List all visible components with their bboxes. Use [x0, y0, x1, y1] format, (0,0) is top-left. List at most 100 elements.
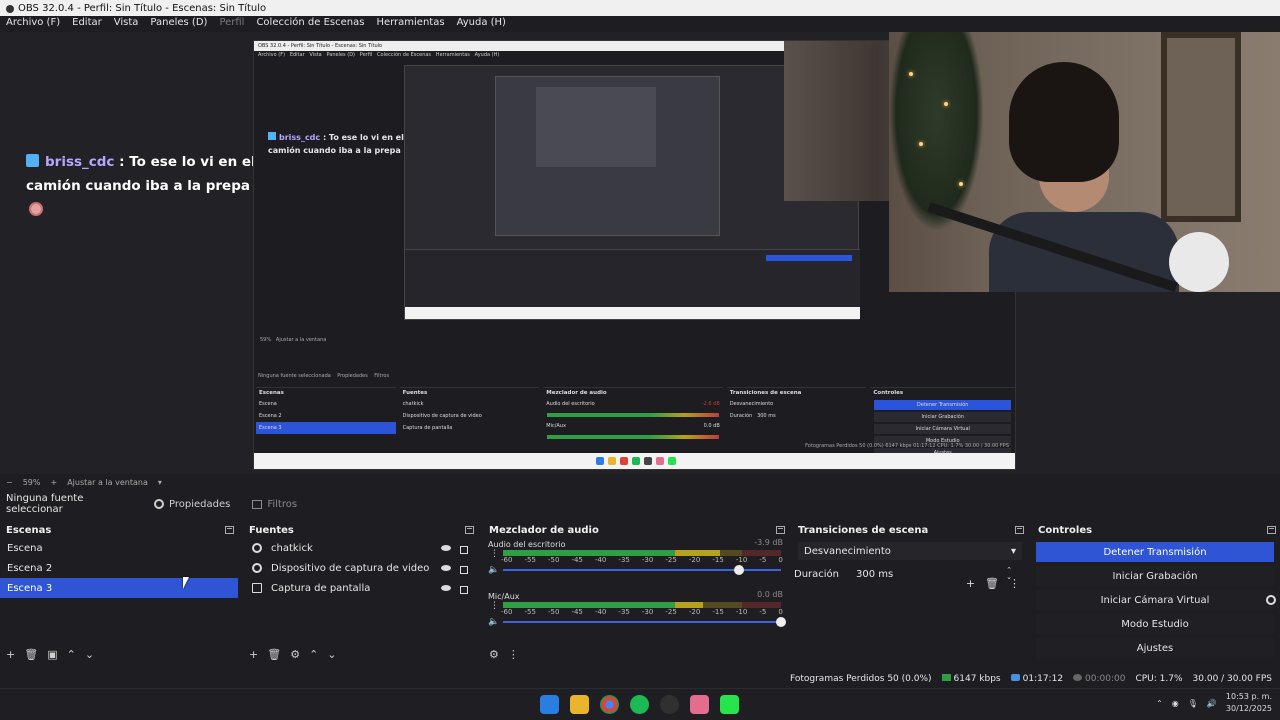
stop-streaming-button[interactable]: Detener Transmisión [1036, 542, 1274, 562]
more-vertical-icon[interactable]: ⋮ [508, 648, 519, 661]
trash-icon[interactable]: 🗑 [24, 648, 38, 661]
source-item[interactable]: Captura de pantalla [243, 578, 478, 598]
volume-icon[interactable]: 🔈 [488, 565, 499, 575]
studio-mode-button[interactable]: Modo Estudio [1036, 614, 1274, 634]
transition-select[interactable]: Desvanecimiento ▾ [798, 542, 1022, 560]
volume-icon[interactable]: 🔈 [488, 617, 499, 627]
nested-mixer-channel: Mic/Aux 0.0 dB [543, 420, 723, 432]
eye-icon[interactable] [441, 545, 451, 551]
mixer-channel-name: Audio del escritorio [488, 540, 566, 549]
meter-tick-label: -20 [688, 608, 701, 616]
volume-knob[interactable] [734, 565, 745, 575]
settings-button[interactable]: Ajustes [1036, 638, 1274, 658]
menu-paneles[interactable]: Paneles (D) [150, 16, 213, 32]
preview-area[interactable]: briss_cdc : To ese lo vi en el camión cu… [0, 32, 1280, 474]
add-icon[interactable]: + [249, 648, 258, 661]
more-vertical-icon[interactable]: ⋮ [490, 549, 499, 559]
volume-slider[interactable] [503, 565, 781, 575]
float-dock-icon[interactable] [776, 526, 785, 534]
float-dock-icon[interactable] [465, 526, 474, 534]
fit-to-window[interactable]: Ajustar a la ventana [67, 478, 148, 487]
deep-preview-inner [495, 76, 720, 236]
obs-icon[interactable] [660, 695, 679, 714]
menu-perfil[interactable]: Perfil [219, 16, 250, 32]
file-explorer-icon[interactable] [570, 695, 589, 714]
gear-icon[interactable] [1266, 595, 1276, 605]
menu-vista[interactable]: Vista [114, 16, 145, 32]
filters-button[interactable]: Filtros [246, 496, 303, 513]
scene-item-escena-2[interactable]: Escena 2 [0, 558, 238, 578]
more-vertical-icon[interactable]: ⋮ [490, 601, 499, 611]
volume-slider[interactable] [503, 617, 786, 627]
chevron-down-icon[interactable]: ▾ [158, 478, 162, 487]
mixer-channel-mic: Mic/Aux 0.0 dB ⋮ -60 -55 -50 -45 -40 -35 -30 -2… [483, 590, 789, 640]
float-dock-icon[interactable] [225, 526, 234, 534]
meter-tick-label: -50 [547, 608, 560, 616]
move-up-icon[interactable]: ⌃ [309, 648, 318, 661]
microphone-icon[interactable]: 🎙 [1188, 699, 1198, 708]
properties-button[interactable]: Propiedades [148, 496, 236, 513]
meter-tick-label: -5 [759, 608, 767, 616]
source-item[interactable]: chatkick [243, 538, 478, 558]
bitrate: 6147 kbps [953, 674, 1001, 684]
source-toolbar: Ninguna fuente seleccionar Propiedades F… [0, 492, 1280, 516]
nested-meter [547, 435, 719, 439]
add-icon[interactable]: + [6, 648, 15, 661]
move-down-icon[interactable]: ⌄ [327, 648, 336, 661]
spotify-icon[interactable] [630, 695, 649, 714]
start-recording-button[interactable]: Iniciar Grabación [1036, 566, 1274, 586]
meter-tick-label: 0 [778, 608, 783, 616]
float-dock-icon[interactable] [1015, 526, 1024, 534]
preview-canvas[interactable]: briss_cdc : To ese lo vi en el camión cu… [0, 32, 1280, 474]
meter-tick-label: -45 [571, 608, 583, 616]
more-vertical-icon[interactable]: ⋮ [1009, 577, 1020, 590]
cpu-usage: CPU: 1.7% [1135, 674, 1183, 684]
chevron-up-icon[interactable]: ⌃ [1156, 699, 1163, 708]
scene-filter-icon[interactable]: ▣ [47, 648, 57, 661]
menu-ayuda[interactable]: Ayuda (H) [457, 16, 512, 32]
trash-icon[interactable]: 🗑 [267, 648, 281, 661]
add-icon[interactable]: + [966, 577, 975, 590]
kick-icon[interactable] [720, 695, 739, 714]
eye-icon[interactable] [441, 565, 451, 571]
scene-item-escena-3[interactable]: Escena 3 [0, 578, 238, 598]
meter-tick-label: -60 [501, 608, 513, 616]
advanced-audio-icon[interactable]: ⚙ [489, 648, 499, 661]
nested-kick-icon [667, 457, 676, 465]
mixer-title: Mezclador de audio [489, 524, 599, 536]
menu-herramientas[interactable]: Herramientas [376, 16, 450, 32]
trash-icon[interactable]: 🗑 [985, 577, 999, 590]
float-dock-icon[interactable] [1267, 526, 1276, 534]
clock[interactable]: 10:53 p. m. 30/12/2025 [1226, 691, 1272, 715]
lock-icon[interactable] [460, 546, 468, 554]
lock-icon[interactable] [460, 566, 468, 574]
menu-archivo[interactable]: Archivo (F) [6, 16, 66, 32]
gear-icon[interactable]: ⚙ [290, 648, 300, 661]
move-up-icon[interactable]: ⌃ [67, 648, 76, 661]
nested-filters: Filtros [374, 373, 390, 379]
zoom-in-icon[interactable]: + [50, 478, 57, 487]
nested-toolbar: 59% Ajustar a la ventana [254, 331, 1015, 351]
network-icon[interactable]: ◉ [1172, 699, 1179, 708]
windows-start-icon[interactable] [540, 695, 559, 714]
move-down-icon[interactable]: ⌄ [85, 648, 94, 661]
nested-scenes-header: Escenas [259, 390, 284, 396]
streaming-app-icon[interactable] [690, 695, 709, 714]
nested-app-icon [655, 457, 664, 465]
audio-mixer-dock: Mezclador de audio Audio del escritorio … [483, 522, 789, 662]
scenes-list: Escena Escena 2 Escena 3 [0, 538, 238, 598]
lock-icon[interactable] [460, 586, 468, 594]
menu-editar[interactable]: Editar [72, 16, 108, 32]
source-item[interactable]: Dispositivo de captura de video [243, 558, 478, 578]
start-virtual-camera-button[interactable]: Iniciar Cámara Virtual [1036, 590, 1276, 610]
zoom-out-icon[interactable]: − [6, 478, 13, 487]
speaker-icon[interactable]: 🔊 [1207, 699, 1217, 708]
volume-knob[interactable] [776, 617, 786, 627]
menu-coleccion-escenas[interactable]: Colección de Escenas [256, 16, 370, 32]
transitions-title: Transiciones de escena [798, 524, 929, 536]
chrome-icon[interactable] [600, 695, 619, 714]
eye-icon[interactable] [441, 585, 451, 591]
scene-item-escena[interactable]: Escena [0, 538, 238, 558]
rec-indicator: 00:00:00 [1073, 674, 1125, 684]
mixer-channel-db: -3.9 dB [754, 538, 783, 547]
